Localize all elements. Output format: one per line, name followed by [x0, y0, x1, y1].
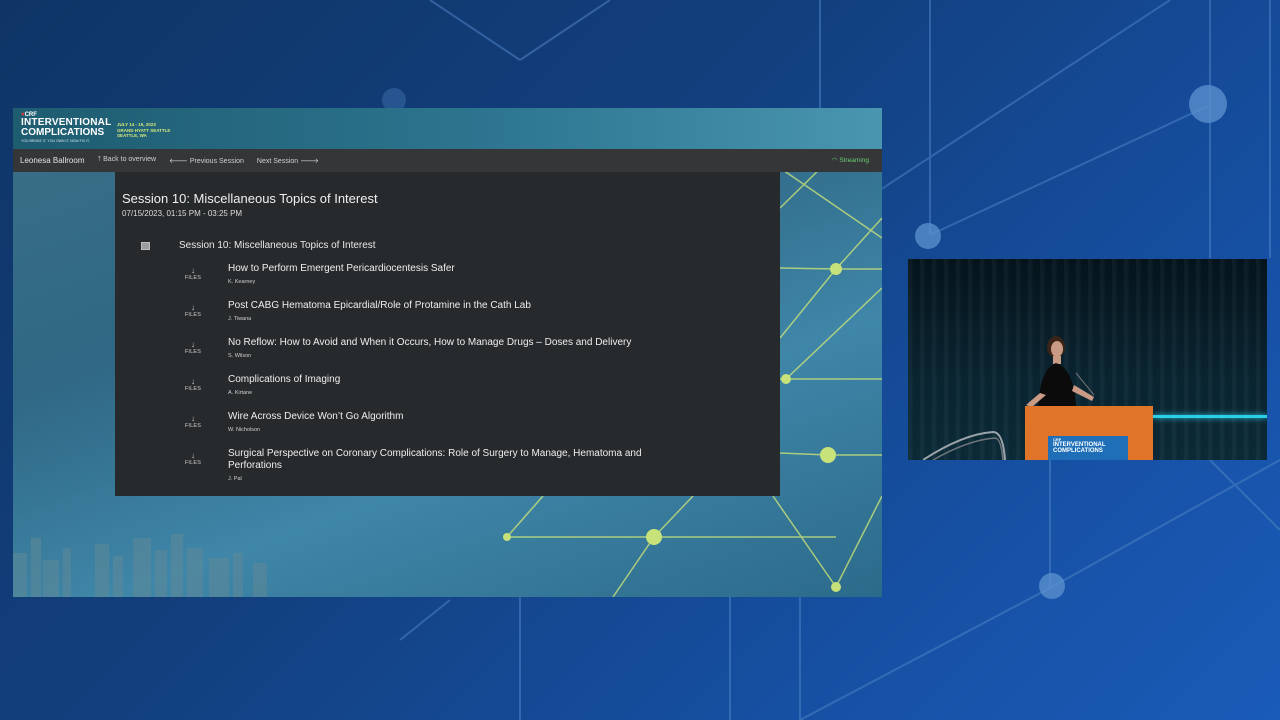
download-arrow-icon: ↓ [191, 377, 195, 386]
podium: CRF INTERVENTIONAL COMPLICATIONS [1025, 406, 1153, 460]
talk-title[interactable]: How to Perform Emergent Pericardiocentes… [228, 263, 668, 275]
presenter-figure [1026, 336, 1095, 407]
next-session-label: Next Session [256, 158, 299, 165]
files-download-button[interactable]: ↓ FILES [182, 303, 204, 319]
files-download-button[interactable]: ↓ FILES [182, 266, 204, 282]
previous-session-label: Previous Session [189, 158, 244, 165]
download-arrow-icon: ↓ [191, 266, 195, 275]
room-name: Leonesa Ballroom [20, 156, 85, 165]
talk-title[interactable]: Wire Across Device Won’t Go Algorithm [228, 411, 668, 423]
section-header[interactable]: Session 10: Miscellaneous Topics of Inte… [141, 240, 376, 251]
files-download-button[interactable]: ↓ FILES [182, 451, 204, 467]
presenter-video-feed: CRF INTERVENTIONAL COMPLICATIONS [908, 259, 1267, 460]
talk-title[interactable]: Surgical Perspective on Coronary Complic… [228, 448, 668, 472]
download-arrow-icon: ↓ [191, 451, 195, 460]
files-label: FILES [184, 460, 202, 466]
files-label: FILES [184, 275, 202, 281]
previous-session-link[interactable]: 🡐 Previous Session [169, 156, 244, 165]
collapse-toggle-icon[interactable] [141, 241, 150, 250]
logo-line-2: COMPLICATIONS [21, 127, 105, 138]
stage-light-strip [1153, 415, 1267, 418]
section-title: Session 10: Miscellaneous Topics of Inte… [179, 240, 376, 251]
files-download-button[interactable]: ↓ FILES [182, 377, 204, 393]
stage-railing [923, 430, 1006, 460]
wifi-icon: ◠ [831, 157, 838, 164]
talk-speaker: A. Kirtane [228, 390, 253, 396]
download-arrow-icon: ↓ [191, 303, 195, 312]
back-to-overview-label: Back to overview [103, 156, 157, 163]
download-arrow-icon: ↓ [191, 340, 195, 349]
files-label: FILES [184, 349, 202, 355]
files-label: FILES [184, 423, 202, 429]
event-city: SEATTLE, WA [117, 133, 147, 138]
podium-logo-screen: CRF INTERVENTIONAL COMPLICATIONS [1048, 436, 1128, 460]
logo-tagline: YOU BROKE IT. YOU OWN IT. NOW FIX IT. [21, 139, 90, 143]
files-label: FILES [184, 386, 202, 392]
arrow-up-icon: 🡑 [97, 156, 102, 163]
talk-speaker: J. Pal [228, 476, 242, 482]
download-arrow-icon: ↓ [191, 414, 195, 423]
session-panel: Session 10: Miscellaneous Topics of Inte… [115, 172, 780, 496]
session-datetime: 07/15/2023, 01:15 PM - 03:25 PM [122, 209, 243, 218]
talk-item: ↓ FILES No Reflow: How to Avoid and When… [182, 337, 762, 374]
talk-item: ↓ FILES Surgical Perspective on Coronary… [182, 448, 762, 488]
talk-item: ↓ FILES How to Perform Emergent Pericard… [182, 263, 762, 300]
talk-item: ↓ FILES Complications of Imaging A. Kirt… [182, 374, 762, 411]
session-navbar: Leonesa Ballroom 🡑 Back to overview 🡐 Prev… [13, 149, 882, 172]
talk-title[interactable]: No Reflow: How to Avoid and When it Occu… [228, 337, 668, 349]
talk-speaker: W. Nicholson [228, 427, 261, 433]
podium-line-2: COMPLICATIONS [1053, 448, 1103, 454]
event-logo: ♥CRF INTERVENTIONAL COMPLICATIONS YOU BR… [21, 112, 112, 143]
next-session-link[interactable]: Next Session 🡒 [257, 156, 321, 165]
files-label: FILES [184, 312, 202, 318]
talk-title[interactable]: Complications of Imaging [228, 374, 668, 386]
streaming-label: Streaming [839, 157, 869, 164]
talk-item: ↓ FILES Wire Across Device Won’t Go Algo… [182, 411, 762, 448]
talk-speaker: K. Kearney [228, 279, 256, 285]
talk-list: ↓ FILES How to Perform Emergent Pericard… [182, 263, 762, 488]
arrow-right-icon: 🡒 [300, 158, 319, 165]
presentation-slide: ♥CRF INTERVENTIONAL COMPLICATIONS YOU BR… [13, 108, 882, 597]
back-to-overview-link[interactable]: 🡑 Back to overview [97, 155, 156, 166]
files-download-button[interactable]: ↓ FILES [182, 340, 204, 356]
files-download-button[interactable]: ↓ FILES [182, 414, 204, 430]
event-banner: ♥CRF INTERVENTIONAL COMPLICATIONS YOU BR… [13, 108, 882, 149]
session-title: Session 10: Miscellaneous Topics of Inte… [122, 191, 378, 206]
talk-speaker: S. Wilson [228, 353, 252, 359]
event-info: JULY 14 - 15, 2023 GRAND HYATT SEATTLE S… [117, 122, 170, 139]
streaming-status: ◠ Streaming [832, 156, 869, 164]
talk-speaker: J. Tiwana [228, 316, 252, 322]
talk-title[interactable]: Post CABG Hematoma Epicardial/Role of Pr… [228, 300, 668, 312]
arrow-left-icon: 🡐 [169, 158, 188, 165]
talk-item: ↓ FILES Post CABG Hematoma Epicardial/Ro… [182, 300, 762, 337]
